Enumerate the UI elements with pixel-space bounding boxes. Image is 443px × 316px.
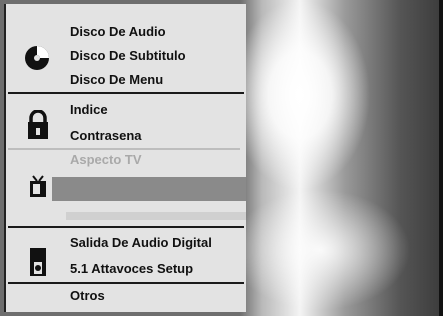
disc-icon <box>24 45 50 76</box>
menu-item-5-1-attavoces-setup[interactable]: 5.1 Attavoces Setup <box>70 261 193 276</box>
section-divider <box>8 226 244 228</box>
blurred-row <box>66 212 246 220</box>
lock-icon <box>26 109 50 145</box>
menu-item-disco-de-audio[interactable]: Disco De Audio <box>70 24 166 39</box>
menu-item-otros[interactable]: Otros <box>70 288 105 303</box>
menu-item-disco-de-subtitulo[interactable]: Disco De Subtitulo <box>70 48 186 63</box>
menu-item-salida-de-audio-digital[interactable]: Salida De Audio Digital <box>70 235 212 250</box>
menu-item-aspecto-tv[interactable]: Aspecto TV <box>70 152 142 167</box>
menu-item-indice[interactable]: Indice <box>70 102 108 117</box>
menu-item-contrasena[interactable]: Contrasena <box>70 128 142 143</box>
menu-item-disco-de-menu[interactable]: Disco De Menu <box>70 72 163 87</box>
setup-menu-panel: Disco De Audio Disco De Subtitulo Disco … <box>4 4 246 312</box>
speaker-icon <box>30 248 46 281</box>
highlight-bar <box>52 177 246 201</box>
screen-bezel <box>439 0 443 316</box>
section-divider <box>8 282 244 284</box>
section-divider <box>8 92 244 94</box>
tv-icon <box>28 174 48 203</box>
section-divider <box>8 148 240 150</box>
